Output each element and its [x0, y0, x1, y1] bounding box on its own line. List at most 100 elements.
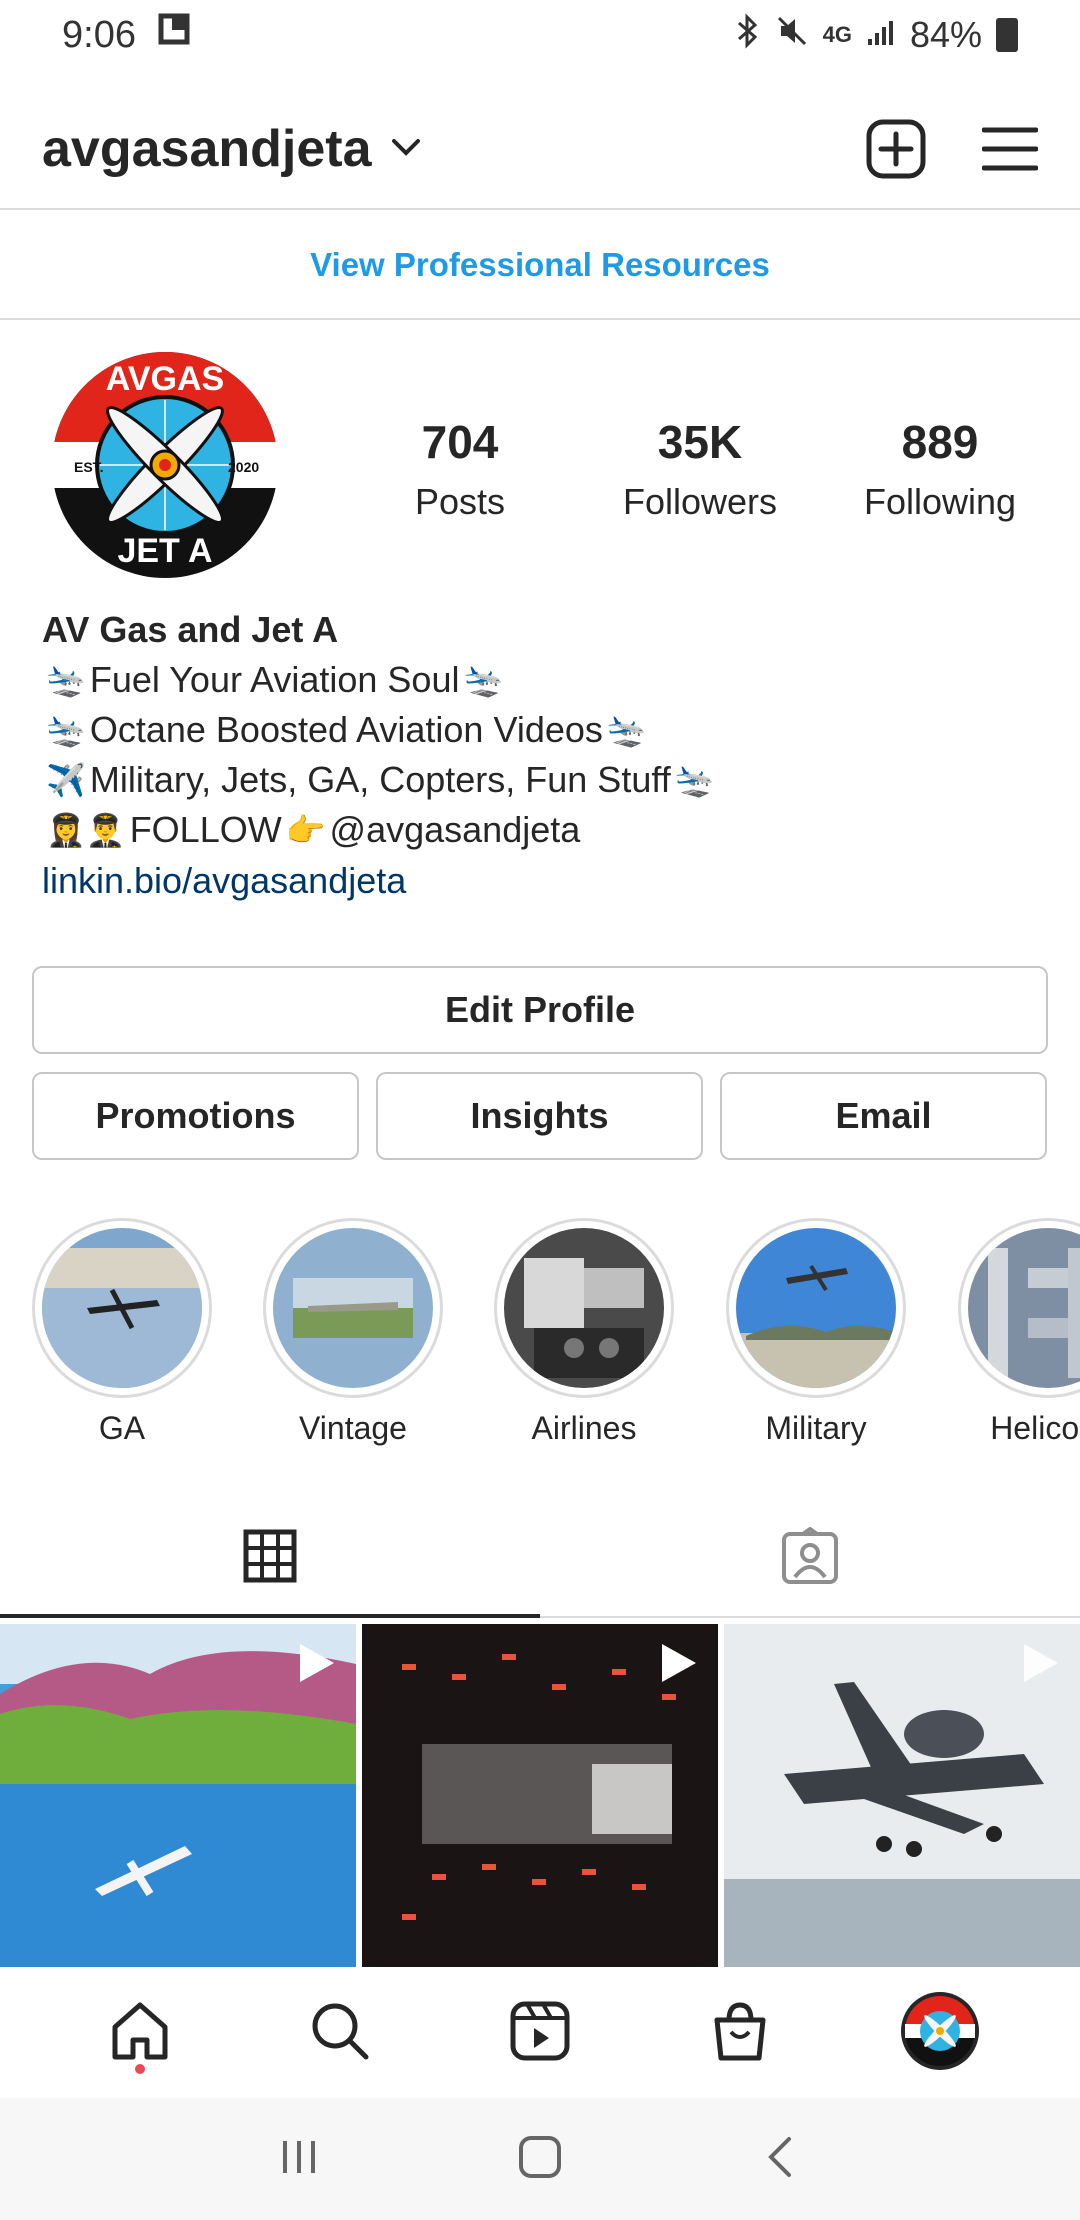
- recent-apps-icon[interactable]: [277, 2135, 321, 2184]
- bio-mention[interactable]: @avgasandjeta: [330, 805, 581, 855]
- avatar-text-left: EST.: [74, 459, 104, 475]
- highlight-airlines[interactable]: Airlines: [494, 1218, 674, 1447]
- bio-line: 👩‍✈️👨‍✈️ FOLLOW 👉 @avgasandjeta: [42, 805, 1042, 855]
- tab-posts-grid[interactable]: [0, 1500, 540, 1618]
- bio-text: Fuel Your Aviation Soul: [89, 659, 460, 700]
- pointing-hand-emoji: 👉: [285, 812, 326, 848]
- professional-resources-link[interactable]: View Professional Resources: [310, 246, 770, 284]
- search-icon: [309, 2000, 371, 2067]
- grid-icon: [243, 1529, 297, 1588]
- bio-line: ✈️ Military, Jets, GA, Copters, Fun Stuf…: [42, 755, 1042, 805]
- highlight-thumbnail: [736, 1228, 896, 1388]
- avatar-text-top: AVGAS: [106, 360, 224, 398]
- pilots-emoji: 👩‍✈️👨‍✈️: [46, 812, 126, 848]
- stat-followers[interactable]: 35K Followers: [600, 415, 800, 523]
- highlight-thumbnail: [968, 1228, 1080, 1388]
- account-switcher[interactable]: avgasandjeta: [42, 119, 422, 179]
- bio-website-link[interactable]: linkin.bio/avgasandjeta: [42, 855, 1042, 907]
- back-icon[interactable]: [759, 2135, 803, 2184]
- bio-text: FOLLOW: [129, 809, 282, 850]
- screenshot-notification-icon: [158, 13, 192, 57]
- highlight-military[interactable]: Military: [726, 1218, 906, 1447]
- highlight-thumbnail: [42, 1228, 202, 1388]
- home-icon: [109, 2000, 171, 2067]
- stat-label: Followers: [622, 481, 778, 522]
- avatar-text-right: 2020: [228, 459, 259, 475]
- edit-profile-button[interactable]: Edit Profile: [32, 966, 1048, 1054]
- email-button[interactable]: Email: [720, 1072, 1047, 1160]
- nav-reels[interactable]: [480, 1978, 600, 2088]
- airplane-landing-emoji: 🛬: [46, 662, 86, 698]
- chevron-down-icon: [390, 136, 422, 163]
- mute-icon: [775, 14, 809, 57]
- reel-play-icon: [1016, 1640, 1062, 1691]
- promotions-button[interactable]: Promotions: [32, 1072, 359, 1160]
- battery-percent: 84%: [909, 14, 982, 55]
- bluetooth-icon: [735, 12, 761, 58]
- avatar-text-bottom: JET A: [117, 532, 212, 570]
- highlight-ga[interactable]: GA: [32, 1218, 212, 1447]
- profile-display-name: AV Gas and Jet A: [42, 609, 339, 650]
- bio-line: 🛬 Fuel Your Aviation Soul 🛬: [42, 655, 1042, 705]
- stat-label: Following: [863, 481, 1017, 522]
- highlight-thumbnail: [273, 1228, 433, 1388]
- new-post-icon[interactable]: [866, 119, 926, 179]
- profile-avatar-small: [900, 1991, 980, 2076]
- status-bar: 9:06 4G 84%: [0, 0, 1080, 70]
- insights-button[interactable]: Insights: [376, 1072, 703, 1160]
- nav-shop[interactable]: [680, 1978, 800, 2088]
- reel-play-icon: [654, 1640, 700, 1691]
- highlight-thumbnail: [504, 1228, 664, 1388]
- stat-following[interactable]: 889 Following: [840, 415, 1040, 523]
- highlight-label: Vintage: [299, 1410, 407, 1446]
- bottom-navigation: [0, 1968, 1080, 2098]
- stat-value: 889: [901, 416, 979, 468]
- bio-text: Octane Boosted Aviation Videos: [89, 709, 603, 750]
- airplane-landing-emoji: 🛬: [463, 662, 504, 698]
- profile-header: avgasandjeta: [0, 90, 1080, 210]
- profile-avatar[interactable]: AVGAS JET A EST. 2020: [50, 350, 280, 580]
- status-time: 9:06: [62, 13, 136, 56]
- system-navigation-bar: [0, 2098, 1080, 2220]
- reels-icon: [509, 2000, 571, 2067]
- airplane-emoji: 🛬: [606, 712, 647, 748]
- reel-play-icon: [292, 1640, 338, 1691]
- notification-dot: [135, 2064, 145, 2074]
- nav-profile[interactable]: [880, 1978, 1000, 2088]
- professional-resources-banner[interactable]: View Professional Resources: [0, 212, 1080, 320]
- stat-value: 704: [421, 416, 499, 468]
- profile-bio: AV Gas and Jet A 🛬 Fuel Your Aviation So…: [42, 605, 1042, 907]
- post-thumbnail[interactable]: [0, 1624, 356, 1967]
- menu-icon[interactable]: [982, 126, 1038, 172]
- stat-label: Posts: [414, 481, 506, 522]
- shopping-bag-icon: [709, 2000, 771, 2067]
- post-thumbnail[interactable]: [724, 1624, 1080, 1967]
- tab-tagged[interactable]: [540, 1500, 1080, 1616]
- highlight-vintage[interactable]: Vintage: [263, 1218, 443, 1447]
- stat-posts[interactable]: 704 Posts: [360, 415, 560, 523]
- posts-grid: [0, 1624, 1080, 1967]
- highlight-label: Helicopt: [990, 1410, 1080, 1446]
- nav-search[interactable]: [280, 1978, 400, 2088]
- username: avgasandjeta: [42, 120, 372, 178]
- airplane-emoji: ✈️: [46, 762, 86, 798]
- highlight-label: Airlines: [531, 1410, 637, 1446]
- battery-icon: [996, 18, 1018, 52]
- stat-value: 35K: [657, 416, 743, 468]
- highlight-helicopters[interactable]: Helicopt: [958, 1218, 1080, 1447]
- home-button-icon[interactable]: [516, 2133, 564, 2186]
- highlight-label: Military: [765, 1410, 867, 1446]
- nav-home[interactable]: [80, 1978, 200, 2088]
- bio-line: 🛬 Octane Boosted Aviation Videos 🛬: [42, 705, 1042, 755]
- profile-tabs: [0, 1500, 1080, 1618]
- profile-summary: AVGAS JET A EST. 2020 704 Posts 35K Foll…: [0, 345, 1080, 585]
- story-highlights: GA Vintage Airlines Military Helicopt: [0, 1218, 1080, 1458]
- bio-text: Military, Jets, GA, Copters, Fun Stuff: [89, 759, 671, 800]
- network-type-icon: 4G: [822, 22, 852, 47]
- highlight-label: GA: [98, 1410, 146, 1446]
- airplane-emoji: 🛬: [674, 762, 715, 798]
- airplane-emoji: 🛬: [46, 712, 86, 748]
- signal-icon: [866, 14, 896, 56]
- post-thumbnail[interactable]: [362, 1624, 718, 1967]
- tagged-person-icon: [781, 1526, 839, 1590]
